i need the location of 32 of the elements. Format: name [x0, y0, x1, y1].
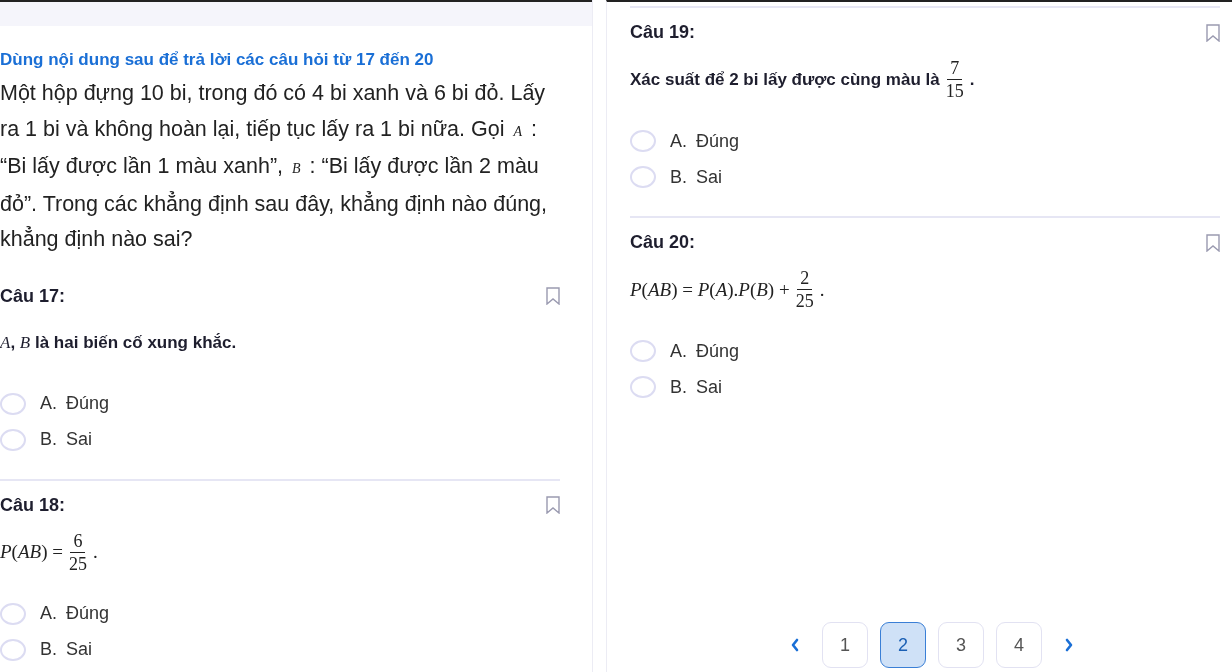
radio-button[interactable] — [630, 376, 656, 398]
option-label[interactable]: A. Đúng — [670, 130, 740, 152]
question-title: Câu 19: — [630, 22, 695, 43]
option-label[interactable]: A. Đúng — [670, 340, 740, 362]
bookmark-icon[interactable] — [1206, 23, 1220, 42]
radio-button[interactable] — [0, 602, 26, 625]
radio-button[interactable] — [630, 130, 656, 152]
radio-button[interactable] — [0, 638, 26, 661]
question-title: Câu 18: — [0, 494, 66, 516]
question-title: Câu 17: — [0, 285, 66, 307]
radio-button[interactable] — [0, 392, 26, 415]
page-button[interactable]: 3 — [938, 622, 984, 668]
previous-page-icon[interactable] — [790, 637, 800, 653]
intro-heading: Dùng nội dung sau để trả lời các câu hỏi từ 17 đến 20 — [0, 50, 435, 70]
problem-text: Một hộp đựng 10 bi, trong đó có 4 bi xanh và 6 bi đỏ. Lấy ra 1 bi và không hoàn lại, tiếp tục lấy ra 1 bi nữa. Gọi A : “Bi lấy được lần 1 màu xanh”, B : “Bi lấy được lần 2 màu đỏ”. Trong các khẳng định sau đây, khẳng định nào đúng, khẳng định nào sai? — [0, 80, 549, 253]
bookmark-icon[interactable] — [1206, 233, 1220, 252]
question-title: Câu 20: — [630, 232, 695, 253]
option-label[interactable]: B. Sai — [670, 376, 722, 398]
page-button[interactable]: 1 — [822, 622, 868, 668]
option-label[interactable]: B. Sai — [40, 639, 93, 660]
page-button[interactable]: 2 — [880, 622, 926, 668]
option-label[interactable]: B. Sai — [40, 429, 93, 450]
next-page-icon[interactable] — [1064, 637, 1074, 653]
radio-button[interactable] — [0, 428, 26, 451]
bookmark-icon[interactable] — [546, 287, 560, 305]
bookmark-icon[interactable] — [546, 496, 560, 514]
option-label[interactable]: A. Đúng — [40, 603, 110, 624]
option-label[interactable]: B. Sai — [670, 166, 722, 188]
radio-button[interactable] — [630, 166, 656, 188]
page-button[interactable]: 4 — [996, 622, 1042, 668]
radio-button[interactable] — [630, 340, 656, 362]
option-label[interactable]: A. Đúng — [40, 393, 110, 414]
